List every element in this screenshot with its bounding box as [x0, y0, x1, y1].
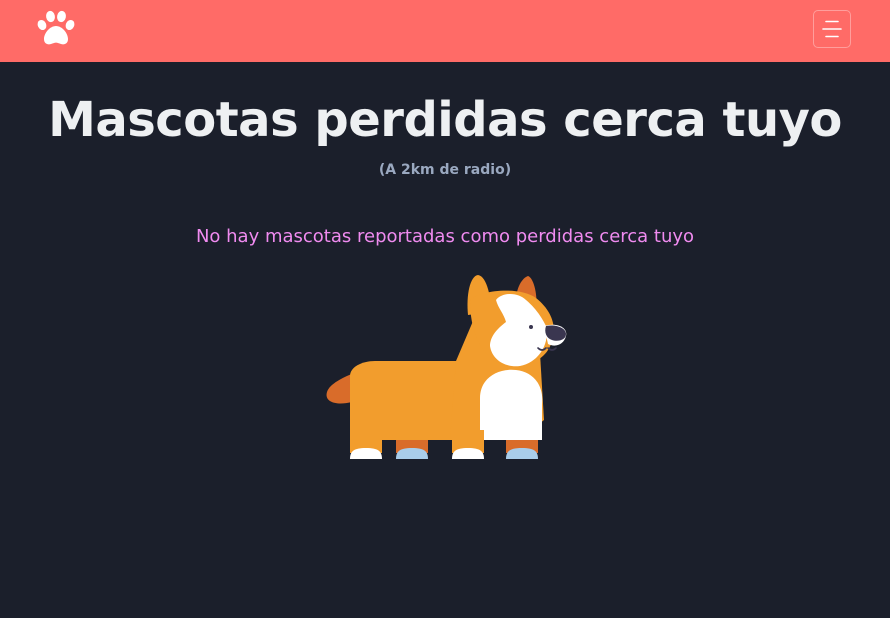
paw-icon	[37, 10, 75, 45]
empty-state-message: No hay mascotas reportadas como perdidas…	[195, 226, 695, 247]
page-title: Mascotas perdidas cerca tuyo	[48, 92, 842, 148]
corgi-dog-illustration	[326, 275, 567, 459]
navbar	[0, 0, 890, 62]
menu-toggle-button[interactable]	[813, 10, 851, 48]
home-logo-link[interactable]	[34, 8, 78, 48]
hamburger-menu-icon	[822, 20, 842, 38]
search-radius-subtitle: (A 2km de radio)	[378, 162, 512, 178]
